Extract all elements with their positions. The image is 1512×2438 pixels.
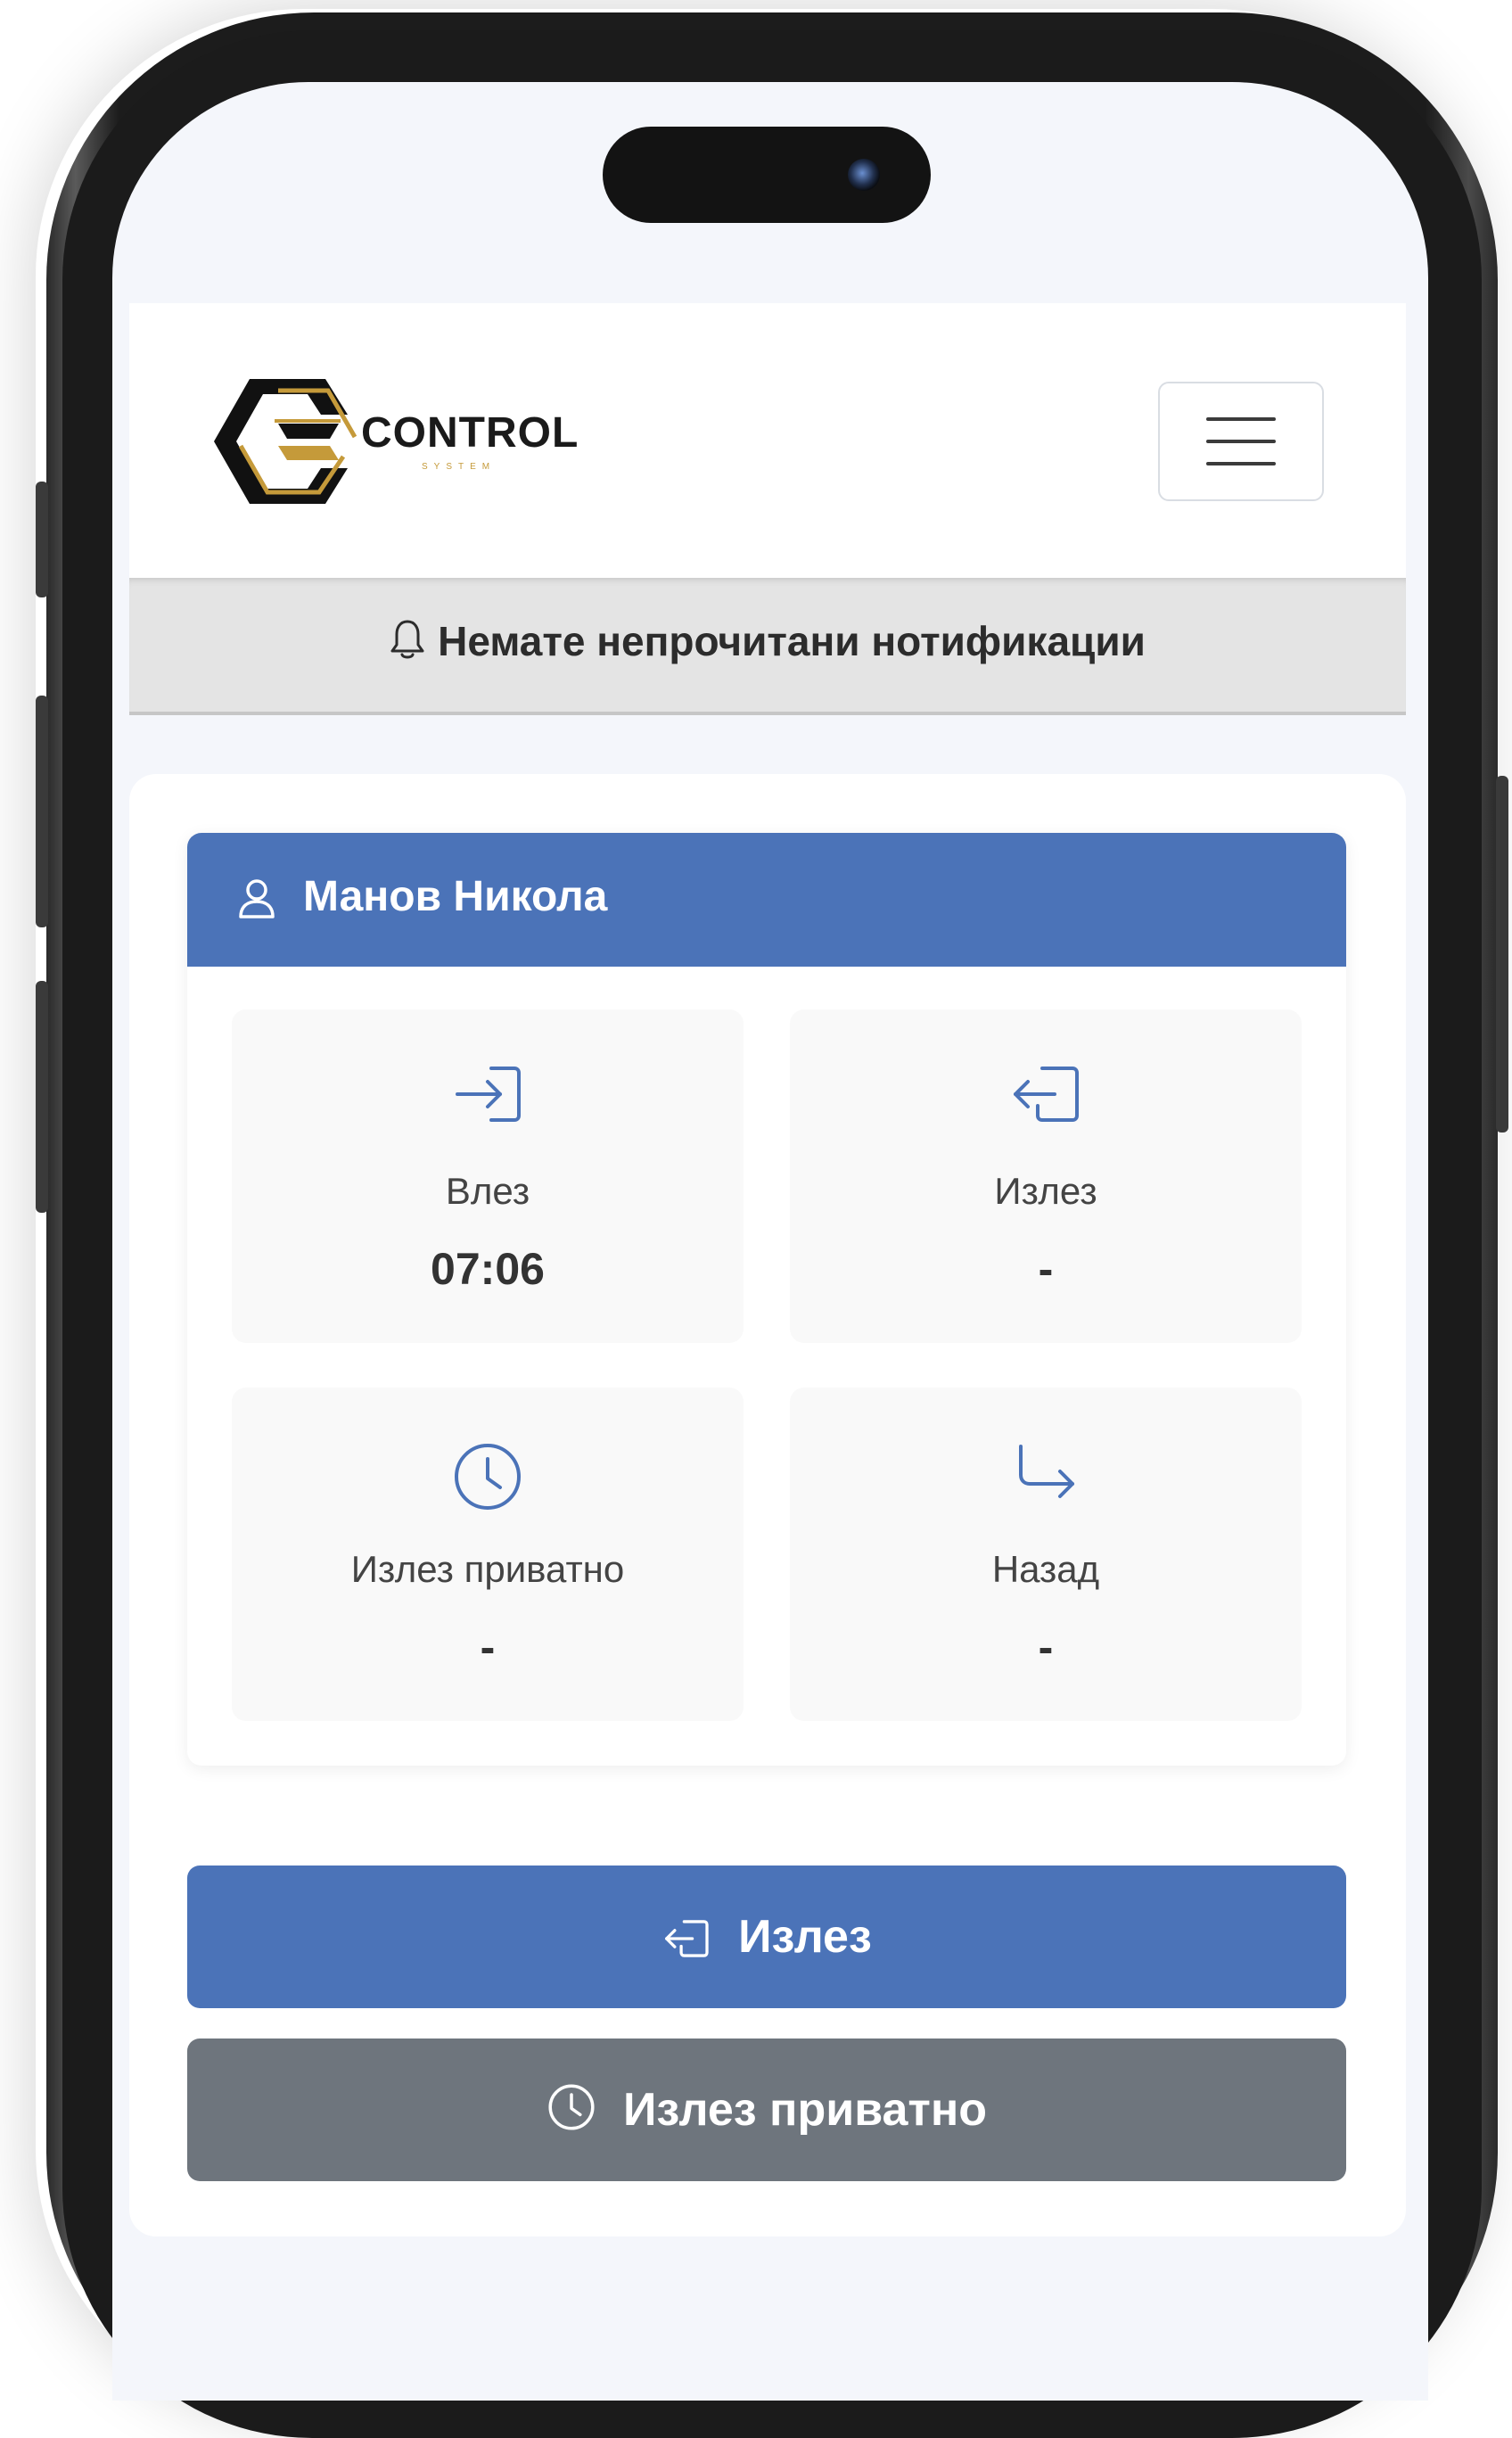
tile-check-out[interactable]: Излез -	[790, 1009, 1302, 1343]
logo-mark-icon	[214, 379, 357, 504]
tile-return-label: Назад	[991, 1548, 1100, 1590]
notification-bar[interactable]: Немате непрочитани нотификации	[129, 578, 1406, 715]
private-exit-button-label: Излез приватно	[622, 2084, 988, 2136]
employee-header: Манов Никола	[187, 833, 1346, 967]
logout-icon	[1014, 1067, 1079, 1122]
tile-return-value: -	[1038, 1622, 1054, 1672]
hamburger-menu-icon	[1206, 417, 1276, 421]
logout-icon	[665, 1920, 709, 1957]
user-icon	[239, 879, 275, 918]
phone-volume-down	[36, 981, 48, 1213]
tile-check-in[interactable]: Влез 07:06	[232, 1009, 744, 1343]
phone-silent-switch	[36, 482, 48, 597]
menu-toggle-button[interactable]	[1158, 382, 1324, 501]
phone-power-button	[1496, 776, 1508, 1133]
hamburger-line	[1206, 440, 1276, 443]
bell-icon	[390, 620, 424, 659]
front-camera	[848, 159, 880, 191]
tile-return[interactable]: Назад -	[790, 1388, 1302, 1721]
clock-icon	[548, 2084, 595, 2130]
exit-button-label: Излез	[738, 1911, 872, 1963]
tile-check-out-value: -	[1038, 1244, 1054, 1294]
tile-check-out-label: Излез	[994, 1170, 1097, 1212]
logo-subtitle: SYSTEM	[422, 462, 497, 472]
tile-private-exit-value: -	[480, 1622, 496, 1672]
hamburger-line	[1206, 462, 1276, 465]
notification-text: Немате непрочитани нотификации	[438, 618, 1146, 664]
exit-button[interactable]: Излез	[187, 1866, 1346, 2008]
phone-volume-up	[36, 696, 48, 927]
return-arrow-icon	[1019, 1445, 1074, 1498]
notification-content: Немате непрочитани нотификации	[129, 617, 1406, 665]
app-header: CONTROL SYSTEM	[129, 303, 1406, 578]
tile-check-in-label: Влез	[445, 1170, 530, 1212]
tile-private-exit[interactable]: Излез приватно -	[232, 1388, 744, 1721]
private-exit-button[interactable]: Излез приватно	[187, 2039, 1346, 2181]
clock-icon	[455, 1444, 521, 1510]
tile-private-exit-label: Излез приватно	[350, 1548, 625, 1590]
logo-title: CONTROL	[361, 409, 579, 457]
dynamic-island	[603, 127, 931, 223]
tile-check-in-value: 07:06	[431, 1244, 545, 1294]
login-icon	[456, 1067, 521, 1122]
employee-name: Манов Никола	[303, 873, 608, 920]
